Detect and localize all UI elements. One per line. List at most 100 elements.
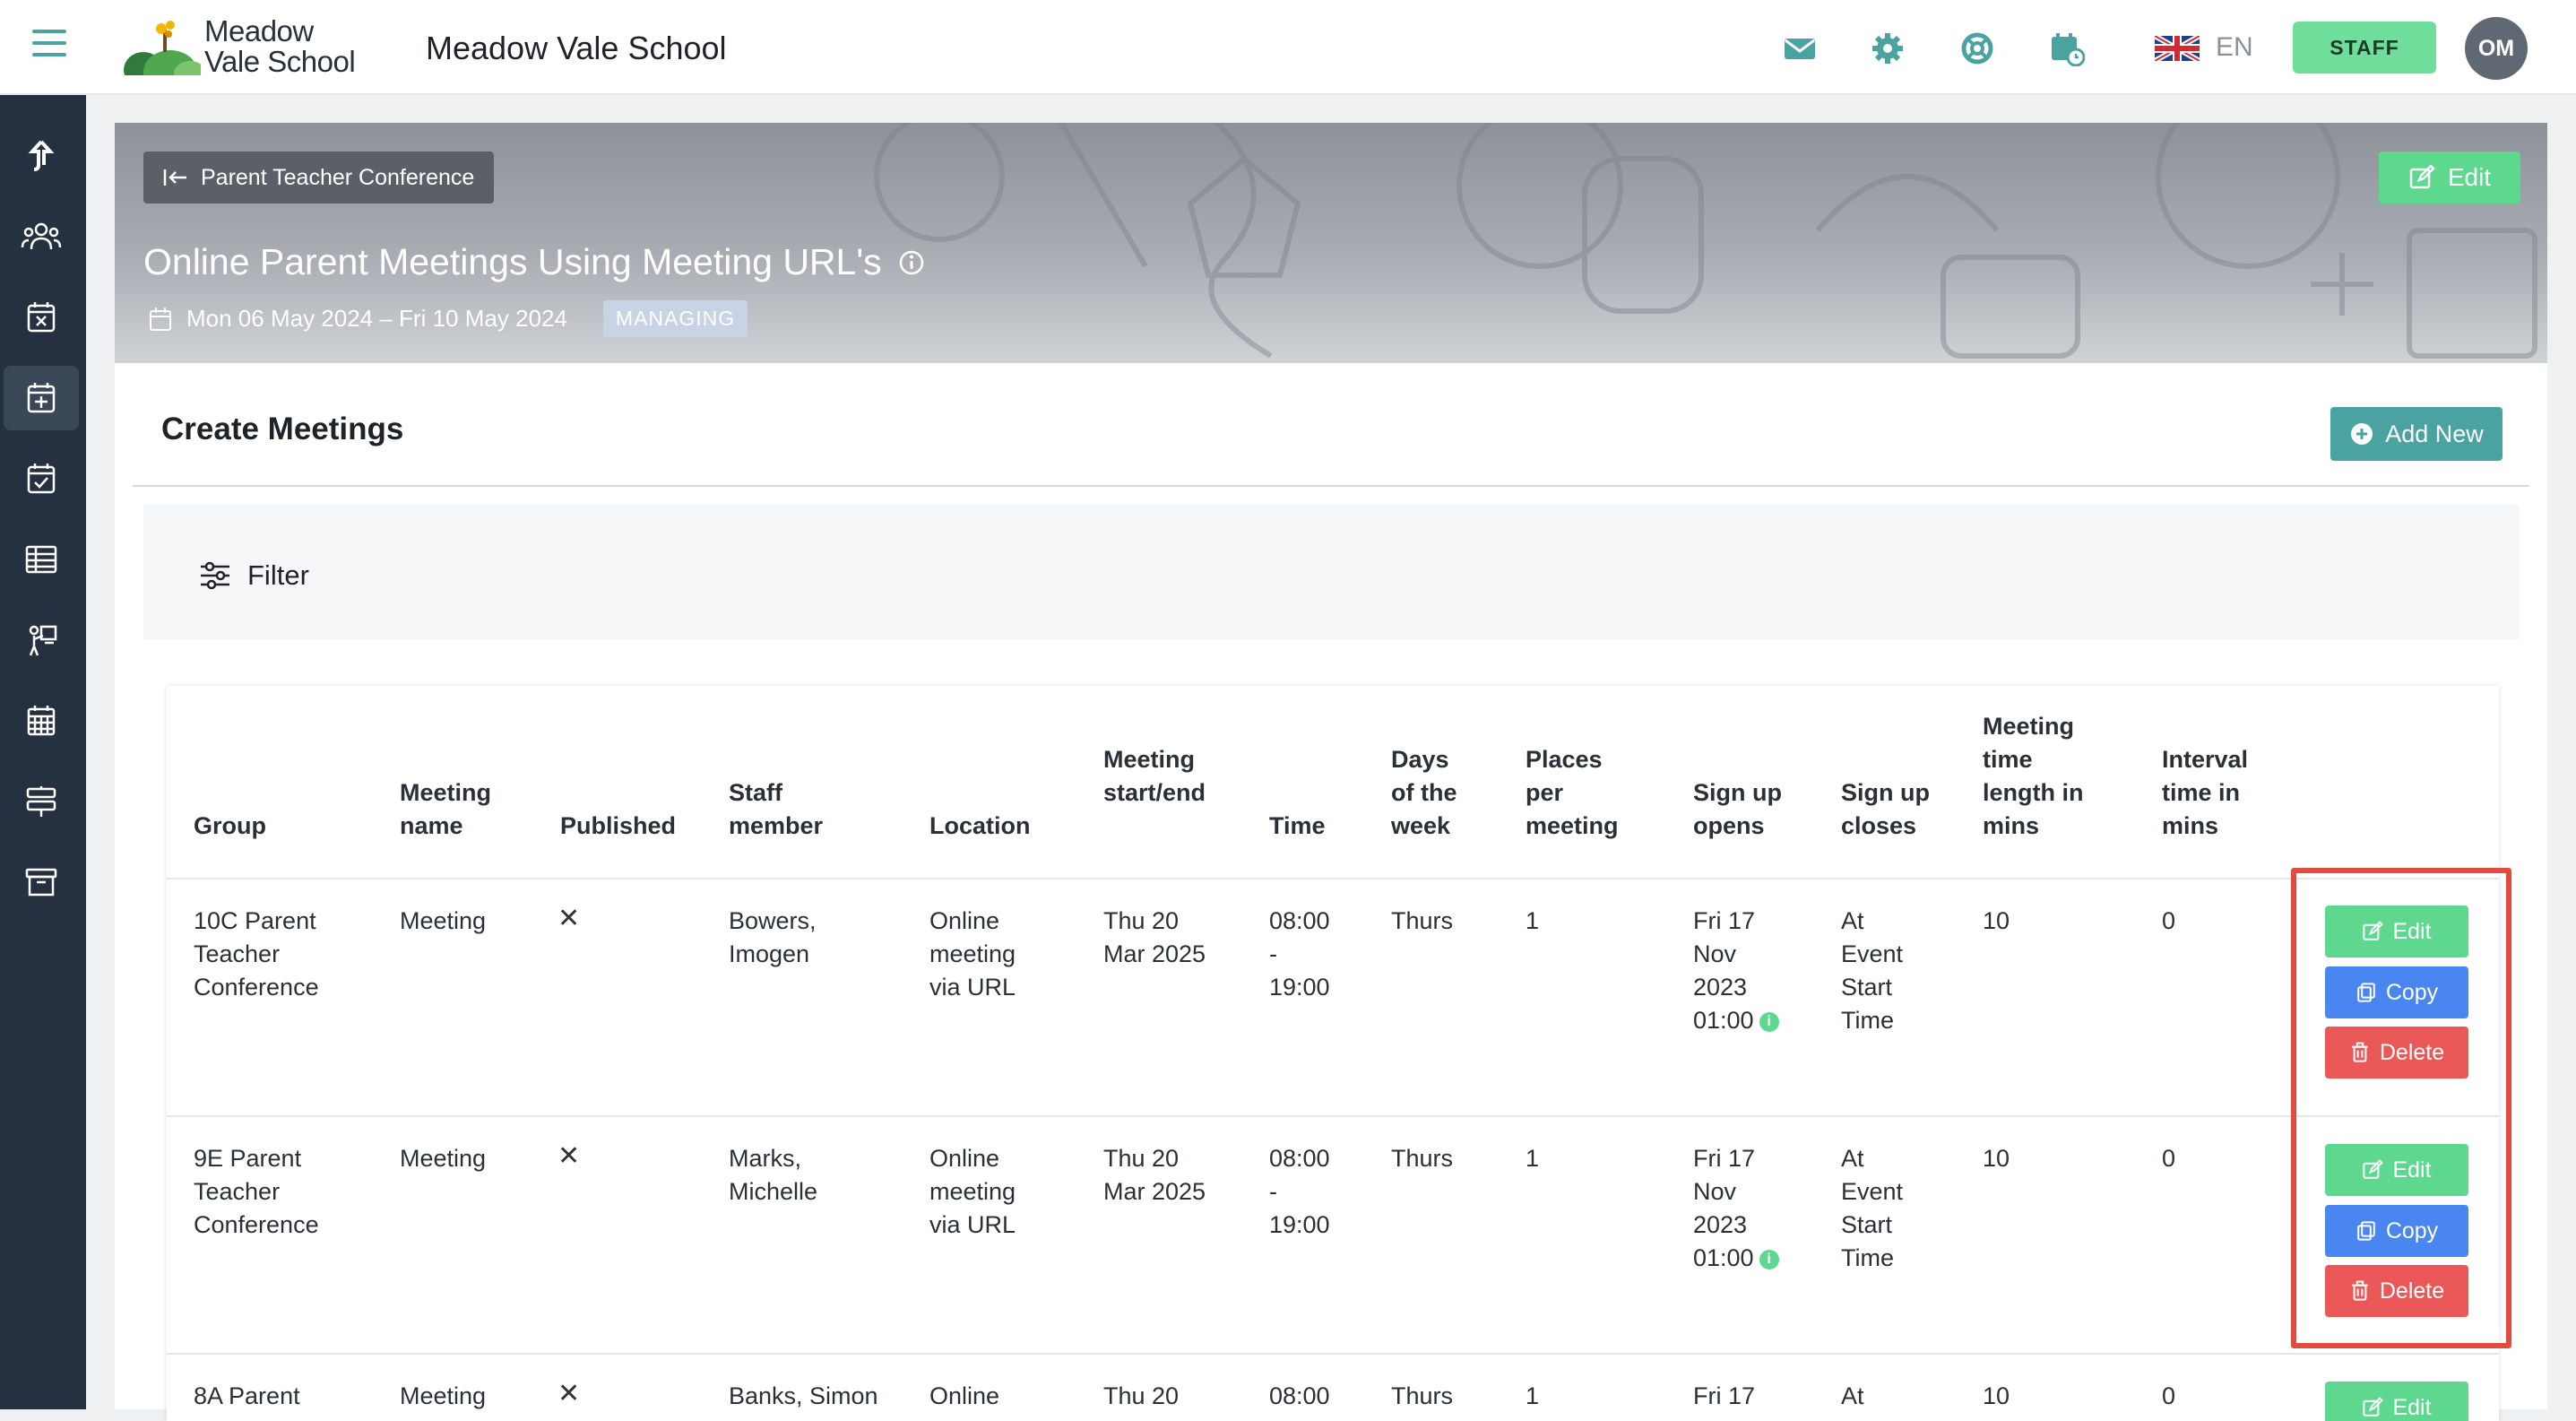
info-dot-icon[interactable]: i xyxy=(1759,1011,1779,1032)
edit-icon xyxy=(2409,164,2435,189)
sidebar-item-teacher[interactable] xyxy=(4,608,79,672)
lifebuoy-icon[interactable] xyxy=(1959,30,1995,66)
sidebar-item-grid-calendar[interactable] xyxy=(4,689,79,753)
cell-line: At xyxy=(1841,1145,1864,1172)
hamburger-menu-icon[interactable] xyxy=(32,30,66,62)
header-meeting-name-line: Meeting xyxy=(400,779,492,806)
event-date-range: Mon 06 May 2024 – Fri 10 May 2024 xyxy=(186,305,567,332)
header-meeting-start-end[interactable]: Meeting start/end xyxy=(1103,743,1206,810)
cell-line: Marks, xyxy=(729,1145,801,1172)
sliders-icon xyxy=(201,561,229,590)
header-staff-line: Staff xyxy=(729,779,782,806)
cell-line: meeting xyxy=(929,1178,1016,1205)
sidebar-item-archive[interactable] xyxy=(4,850,79,914)
cell-line: 01:00 xyxy=(1693,1244,1754,1271)
staff-role-button[interactable]: STAFF xyxy=(2293,22,2436,74)
cell-line: Bowers, xyxy=(729,907,817,934)
sidebar-item-signpost[interactable] xyxy=(4,769,79,834)
cell-line: Online xyxy=(929,1145,1000,1172)
filter-panel xyxy=(143,505,2519,639)
school-logo[interactable]: Meadow Vale School xyxy=(124,16,357,93)
header-published[interactable]: Published xyxy=(560,810,676,843)
sidebar-item-calendar-check[interactable] xyxy=(4,446,79,511)
main-content: Parent Teacher Conference Edit Online Pa… xyxy=(115,123,2547,1421)
sidebar-item-table[interactable] xyxy=(4,527,79,592)
cell-location: Online meeting via URL xyxy=(929,1142,1016,1242)
grid-calendar-icon xyxy=(27,706,56,736)
info-icon[interactable] xyxy=(898,249,925,276)
add-new-label: Add New xyxy=(2385,420,2484,447)
cell-days: Thurs xyxy=(1391,1382,1454,1409)
header-staff-line: member xyxy=(729,812,824,839)
header-opens-line: Sign up xyxy=(1693,779,1782,806)
sidebar-item-up[interactable] xyxy=(4,124,79,188)
cell-days: Thurs xyxy=(1391,1145,1454,1172)
signpost-icon xyxy=(26,786,56,817)
cell-line: Teacher xyxy=(194,940,281,967)
cell-line-with-info: 01:00 i xyxy=(1693,1242,1779,1275)
header-meeting-name[interactable]: Meeting name xyxy=(400,776,491,843)
edit-event-button[interactable]: Edit xyxy=(2379,152,2520,204)
cell-line: Teacher xyxy=(194,1178,281,1205)
cell-interval: 0 xyxy=(2162,1145,2176,1172)
cell-start-end: Thu 20 Mar 2025 xyxy=(1103,1142,1206,1209)
cell-meeting-length: 10 xyxy=(1983,1382,2010,1409)
header-places-line: meeting xyxy=(1526,812,1619,839)
header-group[interactable]: Group xyxy=(194,810,266,843)
teacher-icon xyxy=(29,625,57,656)
cell-staff-member: Marks, Michelle xyxy=(729,1142,817,1209)
header-interval-line: Interval xyxy=(2162,746,2249,773)
filter-toggle[interactable]: Filter xyxy=(199,559,309,592)
header-length-line: mins xyxy=(1983,812,2040,839)
header-sign-up-opens[interactable]: Sign up opens xyxy=(1693,776,1782,843)
sidebar-item-people[interactable] xyxy=(4,204,79,269)
info-dot-icon[interactable]: i xyxy=(1759,1249,1779,1269)
header-time[interactable]: Time xyxy=(1269,810,1326,843)
header-meeting-length[interactable]: Meeting time length in mins xyxy=(1983,710,2083,843)
cell-sign-up-opens: Fri 17 Nov 2023 01:00 i xyxy=(1693,905,1779,1037)
row-divider xyxy=(167,1353,2499,1355)
calendar-clock-icon[interactable] xyxy=(2049,30,2086,67)
cell-line: via URL xyxy=(929,1211,1016,1238)
header-length-line: Meeting xyxy=(1983,713,2075,740)
cell-group: 8A Parent xyxy=(194,1382,300,1409)
header-places-line: Places xyxy=(1526,746,1603,773)
header-sign-up-closes[interactable]: Sign up closes xyxy=(1841,776,1930,843)
cell-line: Conference xyxy=(194,1211,319,1238)
cell-line: 19:00 xyxy=(1269,1211,1330,1238)
top-bar: Meadow Vale School Meadow Vale School EN… xyxy=(0,0,2576,95)
sidebar-item-calendar-add[interactable] xyxy=(4,366,79,430)
header-days-of-week[interactable]: Days of the week xyxy=(1391,743,1457,843)
cell-line: Nov xyxy=(1693,940,1737,967)
header-places-per-meeting[interactable]: Places per meeting xyxy=(1526,743,1619,843)
cell-line: 2023 xyxy=(1693,1211,1748,1238)
header-location[interactable]: Location xyxy=(929,810,1031,843)
row-edit-button[interactable]: Edit xyxy=(2325,1382,2468,1421)
mail-icon[interactable] xyxy=(1782,30,1818,66)
cell-line-with-info: 01:00 i xyxy=(1693,1004,1779,1037)
cell-line: - xyxy=(1269,1178,1277,1205)
cell-line: Event xyxy=(1841,940,1904,967)
cell-line: Time xyxy=(1841,1244,1894,1271)
cell-staff-member: Banks, Simon xyxy=(729,1382,878,1409)
cell-line: Thu 20 xyxy=(1103,907,1180,934)
header-days-line: Days xyxy=(1391,746,1449,773)
uk-flag-icon[interactable] xyxy=(2153,33,2201,64)
cell-line: - xyxy=(1269,940,1277,967)
header-staff-member[interactable]: Staff member xyxy=(729,776,823,843)
cell-location: Online meeting via URL xyxy=(929,905,1016,1004)
add-new-button[interactable]: Add New xyxy=(2330,407,2503,461)
cell-line: Fri 17 xyxy=(1693,907,1756,934)
header-interval-time[interactable]: Interval time in mins xyxy=(2162,743,2248,843)
cell-line: via URL xyxy=(929,974,1016,1001)
gear-icon[interactable] xyxy=(1870,30,1906,66)
cell-line: Start xyxy=(1841,1211,1893,1238)
cell-meeting-length: 10 xyxy=(1983,1145,2010,1172)
sidebar-item-calendar-cancel[interactable] xyxy=(4,285,79,350)
language-selector[interactable]: EN xyxy=(2216,32,2253,63)
edit-icon xyxy=(2363,1397,2384,1417)
cell-sign-up-closes: At Event Start Time xyxy=(1841,1142,1903,1275)
avatar[interactable]: OM xyxy=(2465,17,2528,80)
back-to-conference-button[interactable]: Parent Teacher Conference xyxy=(143,152,495,204)
cell-line: Mar 2025 xyxy=(1103,940,1206,967)
